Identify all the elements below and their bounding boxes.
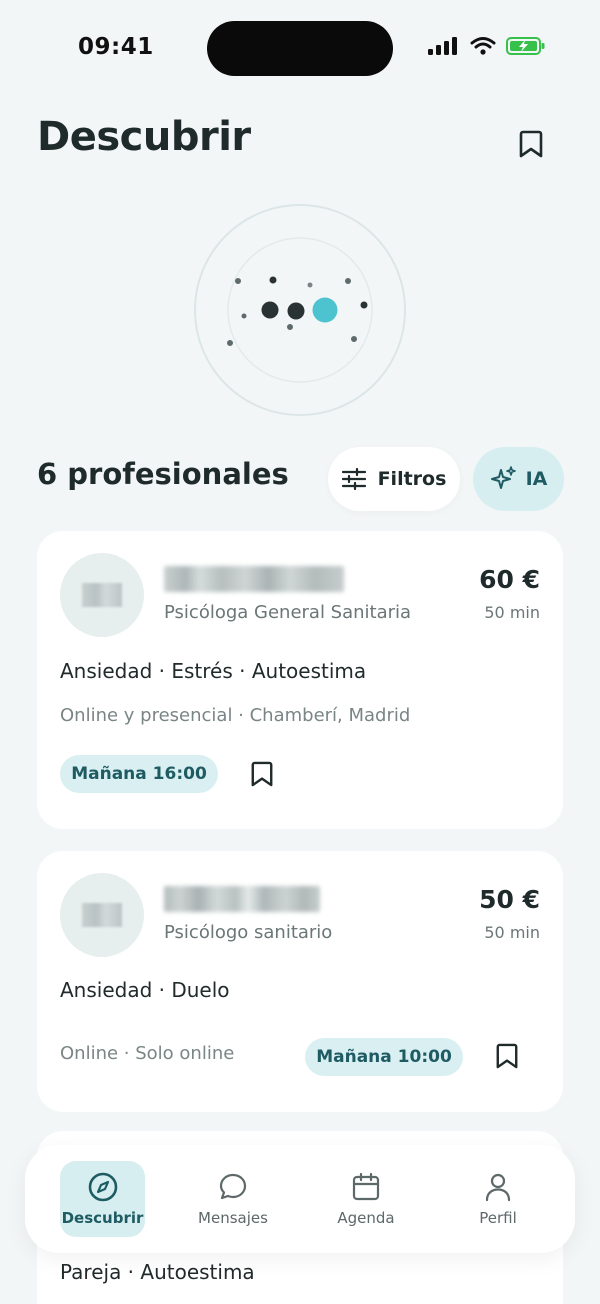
session-location: Online y presencial · Chamberí, Madrid bbox=[60, 705, 411, 726]
status-bar: 09:41 bbox=[0, 0, 600, 96]
sparkles-icon bbox=[490, 466, 516, 489]
session-price: 50 € bbox=[479, 885, 540, 914]
bottom-navigation: Descubrir Mensajes Agenda Perfil bbox=[25, 1145, 575, 1253]
next-slot-pill[interactable]: Mañana 16:00 bbox=[60, 755, 218, 793]
professional-name-redacted bbox=[164, 566, 344, 592]
professional-role: Psicóloga General Sanitaria bbox=[164, 602, 412, 623]
session-price: 60 € bbox=[479, 565, 540, 594]
ai-label: IA bbox=[525, 468, 548, 490]
bookmark-icon bbox=[496, 1043, 518, 1069]
battery-charging-icon bbox=[506, 37, 545, 55]
professional-card[interactable]: Psicólogo sanitario 50 € 50 min Ansiedad… bbox=[37, 851, 563, 1112]
professional-name-redacted bbox=[164, 886, 320, 912]
session-location: Online · Solo online bbox=[60, 1043, 235, 1064]
saved-bookmark-button[interactable] bbox=[514, 126, 548, 162]
nav-label: Mensajes bbox=[198, 1209, 268, 1227]
avatar-initials-redacted bbox=[82, 583, 122, 607]
specialty-tags: Ansiedad · Duelo bbox=[60, 978, 230, 1002]
next-slot-pill[interactable]: Mañana 10:00 bbox=[305, 1038, 463, 1076]
specialty-tags: Pareja · Autoestima bbox=[60, 1260, 255, 1284]
matching-orbit-graphic bbox=[194, 204, 406, 416]
specialty-tags: Ansiedad · Estrés · Autoestima bbox=[60, 659, 367, 683]
avatar-initials-redacted bbox=[82, 903, 122, 927]
nav-label: Agenda bbox=[337, 1209, 395, 1227]
session-duration: 50 min bbox=[484, 923, 540, 942]
sliders-icon bbox=[341, 468, 366, 490]
bookmark-icon bbox=[519, 130, 543, 158]
nav-item-descubrir[interactable]: Descubrir bbox=[60, 1161, 145, 1237]
avatar bbox=[60, 553, 144, 637]
filters-label: Filtros bbox=[377, 468, 447, 490]
card-bookmark-button[interactable] bbox=[492, 1039, 522, 1073]
bookmark-icon bbox=[251, 761, 273, 787]
avatar bbox=[60, 873, 144, 957]
ai-button[interactable]: IA bbox=[473, 447, 564, 511]
nav-item-agenda[interactable]: Agenda bbox=[316, 1161, 416, 1237]
results-count: 6 profesionales bbox=[37, 457, 289, 491]
cellular-signal-icon bbox=[428, 37, 457, 55]
calendar-icon bbox=[352, 1172, 380, 1201]
session-duration: 50 min bbox=[484, 603, 540, 622]
professional-card[interactable]: Psicóloga General Sanitaria 60 € 50 min … bbox=[37, 531, 563, 829]
status-time: 09:41 bbox=[78, 34, 154, 60]
nav-label: Descubrir bbox=[61, 1209, 144, 1227]
nav-label: Perfil bbox=[479, 1209, 517, 1227]
dynamic-island bbox=[207, 21, 393, 76]
professional-role: Psicólogo sanitario bbox=[164, 922, 333, 943]
user-icon bbox=[485, 1173, 511, 1202]
wifi-icon bbox=[470, 37, 496, 55]
compass-icon bbox=[88, 1172, 117, 1202]
filters-button[interactable]: Filtros bbox=[328, 447, 460, 511]
chat-bubble-icon bbox=[219, 1173, 247, 1200]
page-title: Descubrir bbox=[37, 114, 251, 160]
nav-item-perfil[interactable]: Perfil bbox=[448, 1161, 548, 1237]
nav-item-mensajes[interactable]: Mensajes bbox=[183, 1161, 283, 1237]
status-icons bbox=[428, 36, 546, 56]
card-bookmark-button[interactable] bbox=[247, 757, 277, 791]
